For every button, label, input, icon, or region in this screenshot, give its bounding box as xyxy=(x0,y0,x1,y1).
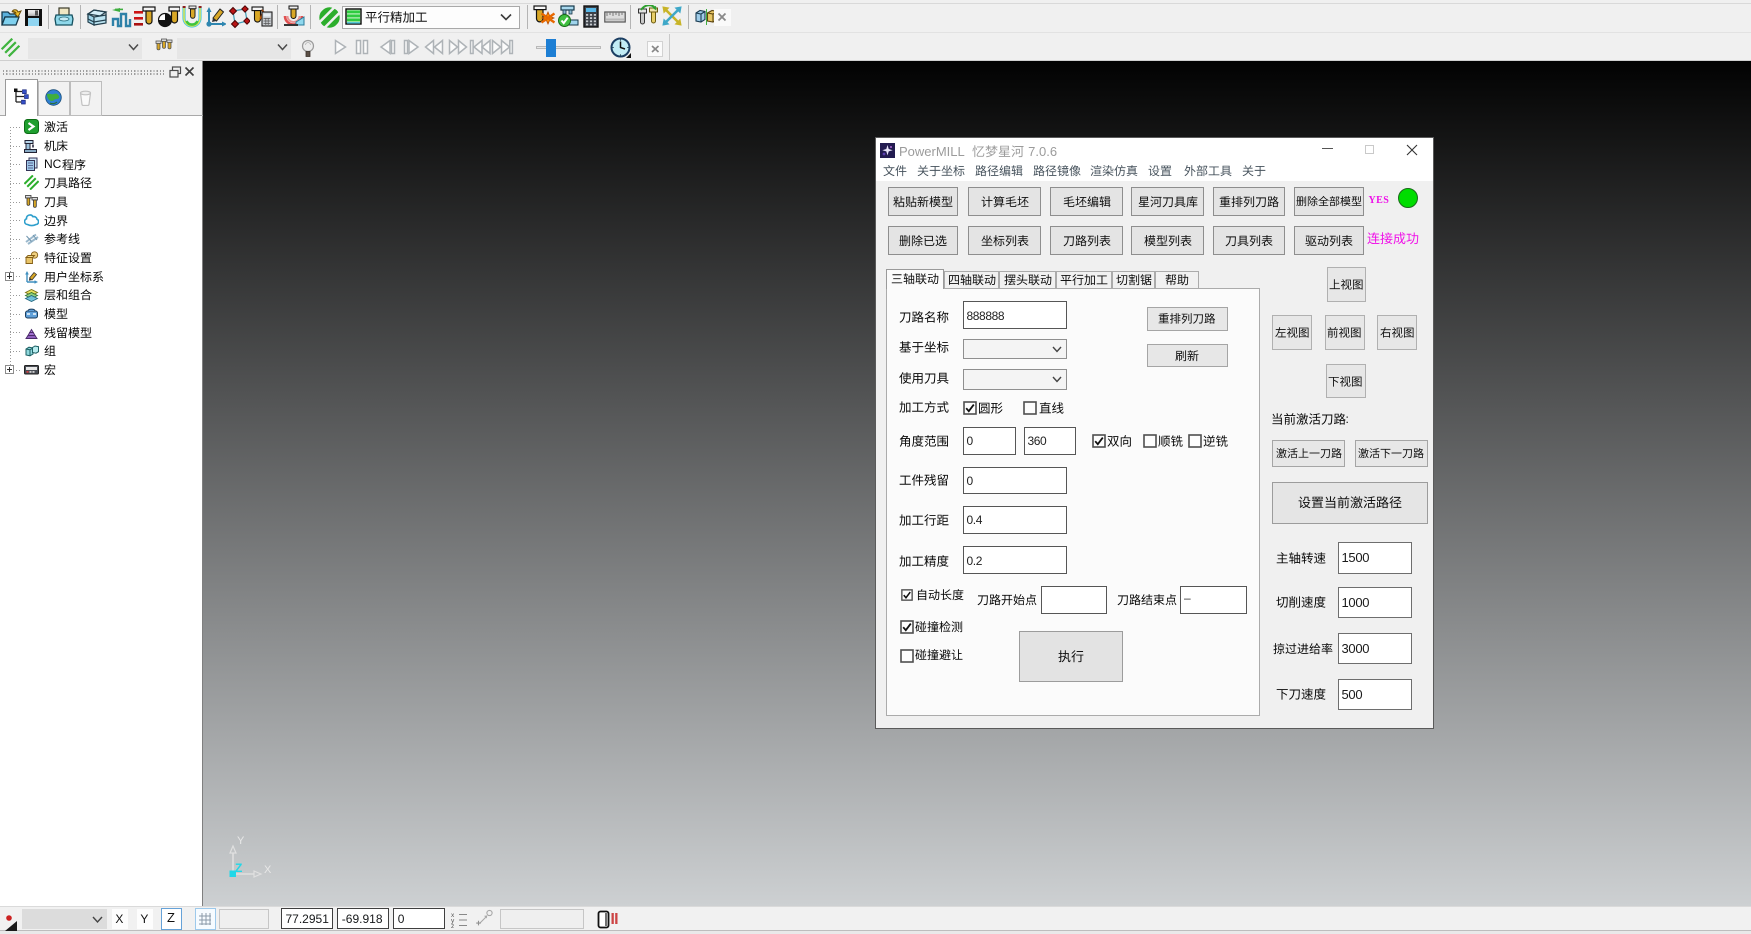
svg-text:Z: Z xyxy=(235,861,242,875)
svg-text:Y: Y xyxy=(237,835,245,847)
svg-text:z: z xyxy=(451,923,454,928)
svg-text:X: X xyxy=(264,864,272,876)
